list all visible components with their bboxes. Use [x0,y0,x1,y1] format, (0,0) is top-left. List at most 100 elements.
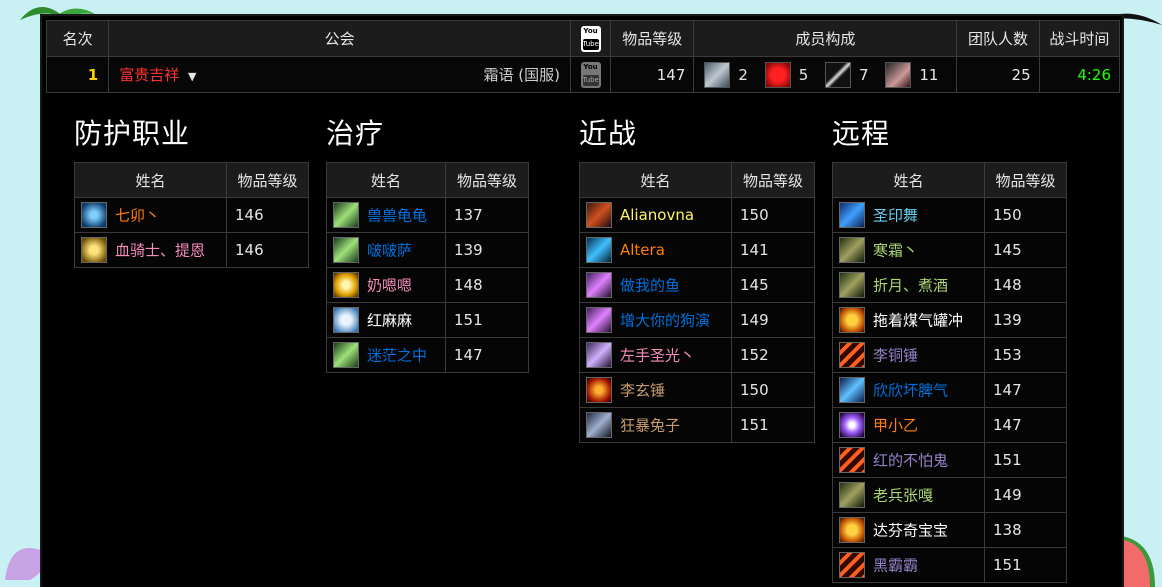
player-name-cell[interactable]: 李玄锤 [579,372,732,408]
player-row[interactable]: Alianovna 150 [579,197,815,233]
player-name-cell[interactable]: 红麻麻 [326,302,446,338]
player-name-cell[interactable]: 兽兽龟龟 [326,197,446,233]
player-name-cell[interactable]: 李铜锤 [832,337,985,373]
player-name-link[interactable]: 增大你的狗演 [620,312,710,330]
player-name-link[interactable]: 欣欣坏脾气 [873,382,948,400]
youtube-video-icon[interactable]: You Tube [580,61,601,88]
player-item-level: 153 [984,337,1067,373]
player-name-cell[interactable]: 老兵张嘎 [832,477,985,513]
player-name-cell[interactable]: 做我的鱼 [579,267,732,303]
player-name-link[interactable]: 寒霜丶 [873,242,918,260]
player-name-cell[interactable]: 血骑士、提恩 [74,232,227,268]
player-name-link[interactable]: 达芬奇宝宝 [873,522,948,540]
player-name-link[interactable]: 做我的鱼 [620,277,680,295]
player-name-link[interactable]: 狂暴兔子 [620,417,680,435]
player-item-level: 139 [445,232,529,268]
player-name-cell[interactable]: 迷茫之中 [326,337,446,373]
player-row[interactable]: 寒霜丶 145 [832,232,1067,268]
realm-label: 霜语 (国服) [483,66,560,84]
player-row[interactable]: 啵啵萨 139 [326,232,529,268]
player-row[interactable]: 黑霸霸 151 [832,547,1067,583]
fight-time-value: 4:26 [1038,56,1121,93]
ilvl-header: 物品等级 [445,162,529,198]
player-row[interactable]: 奶嗯嗯 148 [326,267,529,303]
player-row[interactable]: 七卯丶 146 [74,197,309,233]
guild-cell[interactable]: 富贵吉祥 ▼ 霜语 (国服) [108,56,571,93]
player-name-link[interactable]: 李铜锤 [873,347,918,365]
player-row[interactable]: 李玄锤 150 [579,372,815,408]
player-name-link[interactable]: 红的不怕鬼 [873,452,948,470]
player-row[interactable]: 拖着煤气罐冲 139 [832,302,1067,338]
player-item-level: 139 [984,302,1067,338]
player-name-link[interactable]: Altera [620,241,665,259]
player-row[interactable]: 狂暴兔子 151 [579,407,815,443]
player-name-link[interactable]: 拖着煤气罐冲 [873,312,963,330]
player-name-cell[interactable]: 七卯丶 [74,197,227,233]
player-name-link[interactable]: 红麻麻 [367,312,412,330]
player-item-level: 148 [984,267,1067,303]
player-row[interactable]: Altera 141 [579,232,815,268]
player-row[interactable]: 达芬奇宝宝 138 [832,512,1067,548]
player-name-link[interactable]: 圣印舞 [873,207,918,225]
player-name-cell[interactable]: 拖着煤气罐冲 [832,302,985,338]
item-level-value: 147 [610,56,695,93]
player-name-link[interactable]: 李玄锤 [620,382,665,400]
player-row[interactable]: 做我的鱼 145 [579,267,815,303]
player-name-cell[interactable]: 啵啵萨 [326,232,446,268]
player-name-cell[interactable]: 黑霸霸 [832,547,985,583]
player-name-link[interactable]: 折月、煮酒 [873,277,948,295]
player-item-level: 151 [984,442,1067,478]
ranking-row[interactable]: 1 富贵吉祥 ▼ 霜语 (国服) You Tube 147 2 5 7 11 25… [45,56,1121,93]
player-name-link[interactable]: 甲小乙 [873,417,918,435]
player-row[interactable]: 老兵张嘎 149 [832,477,1067,513]
player-name-link[interactable]: 奶嗯嗯 [367,277,412,295]
player-name-cell[interactable]: 狂暴兔子 [579,407,732,443]
player-name-link[interactable]: 黑霸霸 [873,557,918,575]
player-name-cell[interactable]: 达芬奇宝宝 [832,512,985,548]
section-healers: 治疗 姓名 物品等级 兽兽龟龟 137 啵啵萨 139 奶嗯嗯 148 红麻麻 151 迷茫之中… [326,112,529,373]
player-row[interactable]: 红的不怕鬼 151 [832,442,1067,478]
player-row[interactable]: 兽兽龟龟 137 [326,197,529,233]
player-item-level: 152 [731,337,815,373]
warrior-fury-icon [586,377,612,403]
paladin-holy-icon [333,272,359,298]
item-level-header: 物品等级 [610,20,695,57]
player-name-cell[interactable]: 欣欣坏脾气 [832,372,985,408]
player-name-link[interactable]: 兽兽龟龟 [367,207,427,225]
player-row[interactable]: 圣印舞 150 [832,197,1067,233]
player-name-link[interactable]: 老兵张嘎 [873,487,933,505]
player-name-cell[interactable]: 增大你的狗演 [579,302,732,338]
player-name-cell[interactable]: Alianovna [579,197,732,233]
player-name-link[interactable]: 啵啵萨 [367,242,412,260]
dropdown-caret-icon[interactable]: ▼ [188,70,196,83]
player-name-link[interactable]: Alianovna [620,206,694,224]
player-row[interactable]: 折月、煮酒 148 [832,267,1067,303]
player-row[interactable]: 血骑士、提恩 146 [74,232,309,268]
player-name-cell[interactable]: 左手圣光丶 [579,337,732,373]
video-cell[interactable]: You Tube [569,56,612,93]
player-item-level: 150 [731,372,815,408]
player-name-cell[interactable]: 折月、煮酒 [832,267,985,303]
druid-balance-icon [839,412,865,438]
player-name-cell[interactable]: 奶嗯嗯 [326,267,446,303]
player-name-link[interactable]: 血骑士、提恩 [115,242,205,260]
name-header: 姓名 [326,162,446,198]
guild-name-link[interactable]: 富贵吉祥 [119,66,179,84]
player-name-cell[interactable]: 红的不怕鬼 [832,442,985,478]
player-name-cell[interactable]: 甲小乙 [832,407,985,443]
player-row[interactable]: 欣欣坏脾气 147 [832,372,1067,408]
player-row[interactable]: 红麻麻 151 [326,302,529,338]
player-row[interactable]: 迷茫之中 147 [326,337,529,373]
player-name-cell[interactable]: 寒霜丶 [832,232,985,268]
raid-size-value: 25 [956,56,1040,93]
player-row[interactable]: 左手圣光丶 152 [579,337,815,373]
player-name-link[interactable]: 七卯丶 [115,207,160,225]
player-row[interactable]: 甲小乙 147 [832,407,1067,443]
player-name-cell[interactable]: Altera [579,232,732,268]
player-name-link[interactable]: 左手圣光丶 [620,347,695,365]
player-row[interactable]: 李铜锤 153 [832,337,1067,373]
player-name-cell[interactable]: 圣印舞 [832,197,985,233]
player-row[interactable]: 增大你的狗演 149 [579,302,815,338]
ilvl-header: 物品等级 [226,162,309,198]
player-name-link[interactable]: 迷茫之中 [367,347,427,365]
